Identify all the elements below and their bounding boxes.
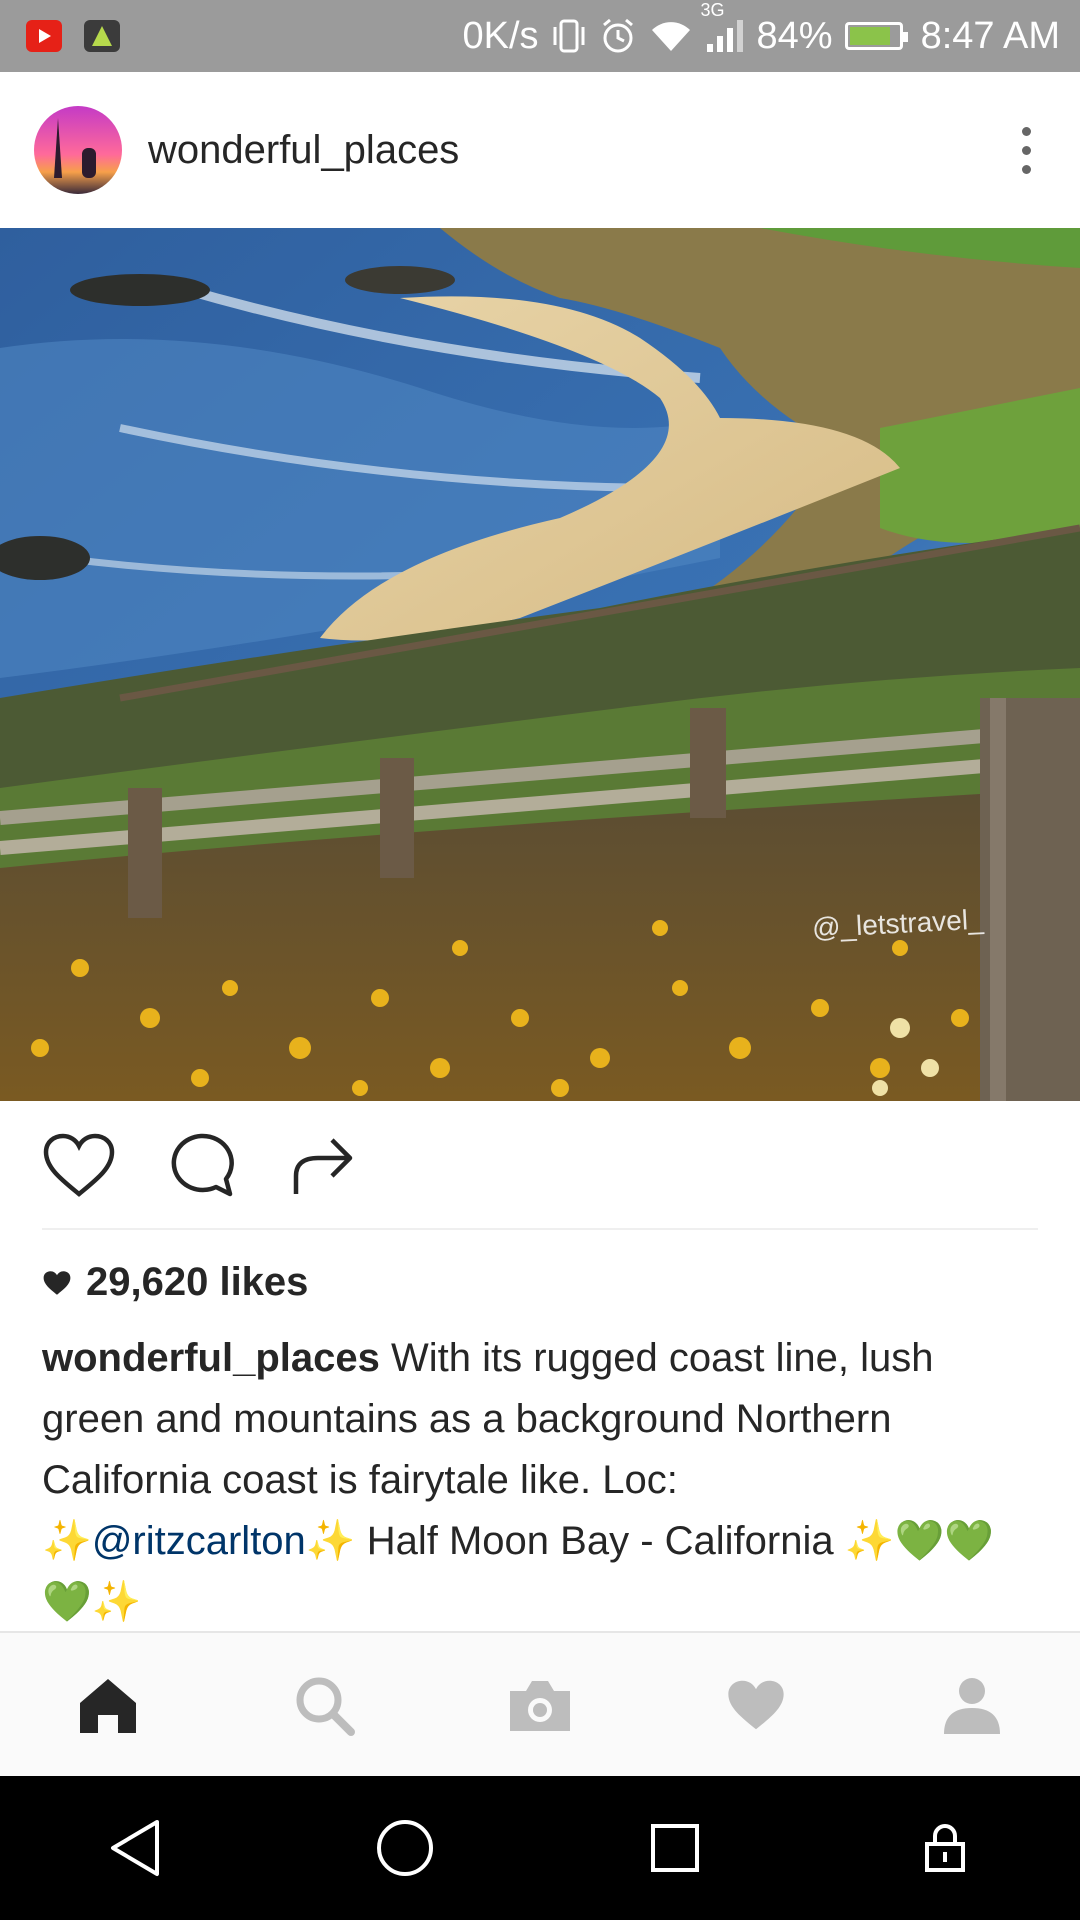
tab-profile[interactable] xyxy=(864,1633,1080,1777)
small-heart-icon xyxy=(43,1270,71,1295)
post-photo[interactable]: @_letstravel_ xyxy=(0,228,1080,1101)
sparkle-emoji: ✨ xyxy=(844,1519,895,1563)
post-username[interactable]: wonderful_places xyxy=(148,128,459,173)
status-bar: 0K/s 3G 84% 8:47 AM xyxy=(0,0,1080,72)
post-actions xyxy=(0,1101,1080,1229)
more-options-icon[interactable] xyxy=(1006,120,1046,180)
heart-icon xyxy=(43,1133,115,1197)
alarm-icon xyxy=(602,18,633,53)
caption-mention[interactable]: @ritzcarlton xyxy=(92,1519,306,1563)
signal-icon: 3G xyxy=(701,0,745,54)
post-header: wonderful_places xyxy=(0,72,1080,228)
clock: 8:47 AM xyxy=(920,14,1060,57)
home-circle-icon xyxy=(377,1820,433,1876)
wifi-icon xyxy=(651,22,690,51)
system-nav-bar xyxy=(0,1776,1080,1920)
sparkle-emoji: ✨ xyxy=(42,1519,92,1563)
vibrate-icon xyxy=(553,19,585,53)
home-icon xyxy=(80,1679,136,1733)
tab-search[interactable] xyxy=(216,1633,432,1777)
tab-home[interactable] xyxy=(0,1633,216,1777)
likes-label: 29,620 likes xyxy=(86,1260,309,1304)
caption-username[interactable]: wonderful_places xyxy=(42,1336,380,1380)
green-heart-emoji: 💚 xyxy=(894,1519,945,1563)
nav-back[interactable] xyxy=(0,1776,270,1920)
camera-icon xyxy=(510,1681,570,1731)
search-icon xyxy=(296,1677,355,1736)
tab-camera[interactable] xyxy=(432,1633,648,1777)
lock-icon xyxy=(925,1824,965,1872)
back-icon xyxy=(111,1820,159,1876)
youtube-icon xyxy=(26,20,62,52)
battery-percent: 84% xyxy=(756,14,833,57)
recents-icon xyxy=(651,1824,699,1872)
sparkle-emoji: ✨ xyxy=(305,1519,356,1563)
post-caption: wonderful_places With its rugged coast l… xyxy=(42,1328,1042,1633)
green-heart-emoji: 💚 xyxy=(42,1580,92,1624)
profile-icon xyxy=(944,1678,1000,1734)
network-speed: 0K/s xyxy=(462,14,539,57)
activity-heart-icon xyxy=(728,1680,784,1730)
comment-button[interactable] xyxy=(162,1126,240,1204)
tab-activity[interactable] xyxy=(648,1633,864,1777)
like-button[interactable] xyxy=(40,1126,118,1204)
avatar[interactable] xyxy=(34,106,122,194)
caption-location: Half Moon Bay - California xyxy=(366,1519,834,1563)
apk-icon xyxy=(84,20,120,52)
likes-count[interactable]: 29,620 likes xyxy=(42,1260,308,1305)
green-heart-emoji: 💚 xyxy=(944,1519,995,1563)
nav-recents[interactable] xyxy=(540,1776,810,1920)
nav-lock[interactable] xyxy=(810,1776,1080,1920)
network-type: 3G xyxy=(700,0,725,20)
sparkle-emoji: ✨ xyxy=(91,1580,142,1624)
bottom-tab-bar xyxy=(0,1631,1080,1777)
comment-icon xyxy=(171,1133,234,1197)
divider xyxy=(42,1228,1038,1230)
share-icon xyxy=(293,1138,353,1194)
share-button[interactable] xyxy=(284,1126,362,1204)
battery-icon xyxy=(844,22,908,50)
nav-home[interactable] xyxy=(270,1776,540,1920)
